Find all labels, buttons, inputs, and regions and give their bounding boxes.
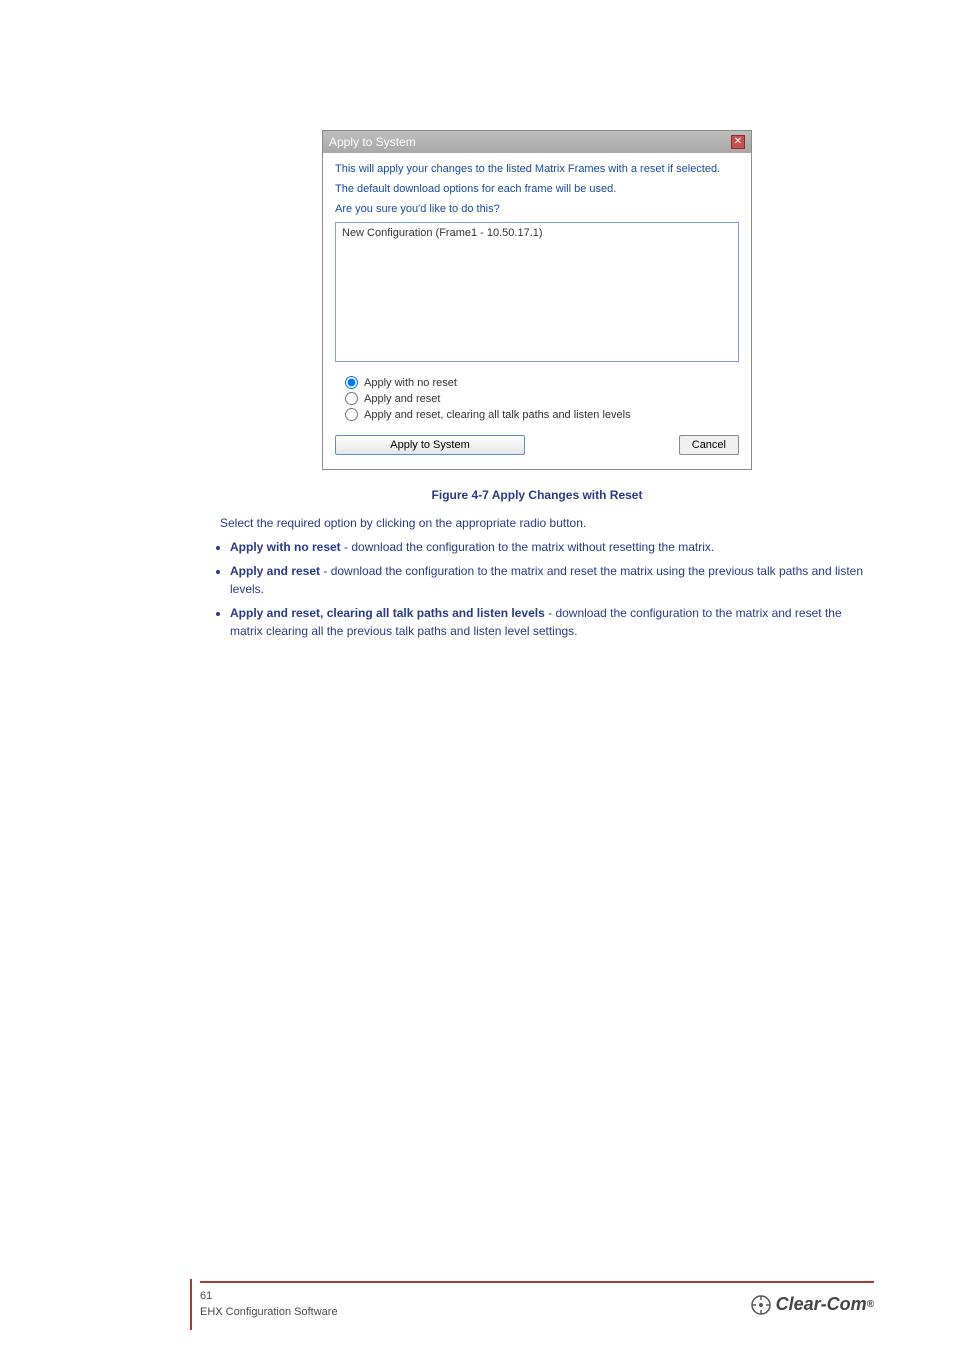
apply-to-system-button[interactable]: Apply to System	[335, 435, 525, 455]
page-footer: 61 EHX Configuration Software Clear-Com®	[0, 1281, 954, 1320]
radio-apply-no-reset[interactable]: Apply with no reset	[345, 376, 739, 389]
list-item: Apply and reset - download the configura…	[230, 562, 874, 598]
option-name-2: Apply and reset	[230, 564, 320, 578]
radio-apply-reset-clear[interactable]: Apply and reset, clearing all talk paths…	[345, 408, 739, 421]
instruction-lead: Select the required option by clicking o…	[200, 514, 874, 532]
option-desc-1: - download the configuration to the matr…	[341, 540, 715, 554]
dialog-titlebar: Apply to System ✕	[323, 131, 751, 153]
apply-to-system-dialog: Apply to System ✕ This will apply your c…	[322, 130, 752, 470]
dialog-button-row: Apply to System Cancel	[335, 435, 739, 455]
dialog-text-1: This will apply your changes to the list…	[335, 163, 739, 177]
radio-apply-and-reset[interactable]: Apply and reset	[345, 392, 739, 405]
clearcom-logo: Clear-Com®	[750, 1294, 874, 1316]
radio-input-1[interactable]	[345, 376, 358, 389]
radio-group: Apply with no reset Apply and reset Appl…	[335, 376, 739, 421]
list-item: Apply with no reset - download the confi…	[230, 538, 874, 556]
dialog-body: This will apply your changes to the list…	[323, 153, 751, 469]
cancel-button[interactable]: Cancel	[679, 435, 739, 455]
radio-label-2: Apply and reset	[364, 393, 440, 405]
logo-text: Clear-Com	[776, 1294, 867, 1315]
dialog-title: Apply to System	[329, 135, 416, 149]
close-icon[interactable]: ✕	[731, 135, 745, 149]
radio-label-1: Apply with no reset	[364, 377, 457, 389]
radio-input-2[interactable]	[345, 392, 358, 405]
footer-rule	[200, 1281, 874, 1283]
radio-input-3[interactable]	[345, 408, 358, 421]
trademark: ®	[867, 1299, 874, 1310]
list-item[interactable]: New Configuration (Frame1 - 10.50.17.1)	[342, 227, 732, 239]
dialog-text-3: Are you sure you'd like to do this?	[335, 203, 739, 217]
page-number: 61	[200, 1289, 338, 1304]
doc-title: EHX Configuration Software	[200, 1305, 338, 1320]
logo-icon	[750, 1294, 772, 1316]
option-desc-2: - download the configuration to the matr…	[230, 564, 863, 596]
figure-caption: Figure 4-7 Apply Changes with Reset	[200, 488, 874, 502]
option-name-3: Apply and reset, clearing all talk paths…	[230, 606, 545, 620]
frames-listbox[interactable]: New Configuration (Frame1 - 10.50.17.1)	[335, 222, 739, 362]
footer-vertical-rule	[190, 1279, 192, 1330]
radio-label-3: Apply and reset, clearing all talk paths…	[364, 409, 631, 421]
options-list: Apply with no reset - download the confi…	[200, 538, 874, 640]
footer-text: 61 EHX Configuration Software	[200, 1289, 338, 1320]
dialog-text-2: The default download options for each fr…	[335, 183, 739, 197]
option-name-1: Apply with no reset	[230, 540, 341, 554]
list-item: Apply and reset, clearing all talk paths…	[230, 604, 874, 640]
